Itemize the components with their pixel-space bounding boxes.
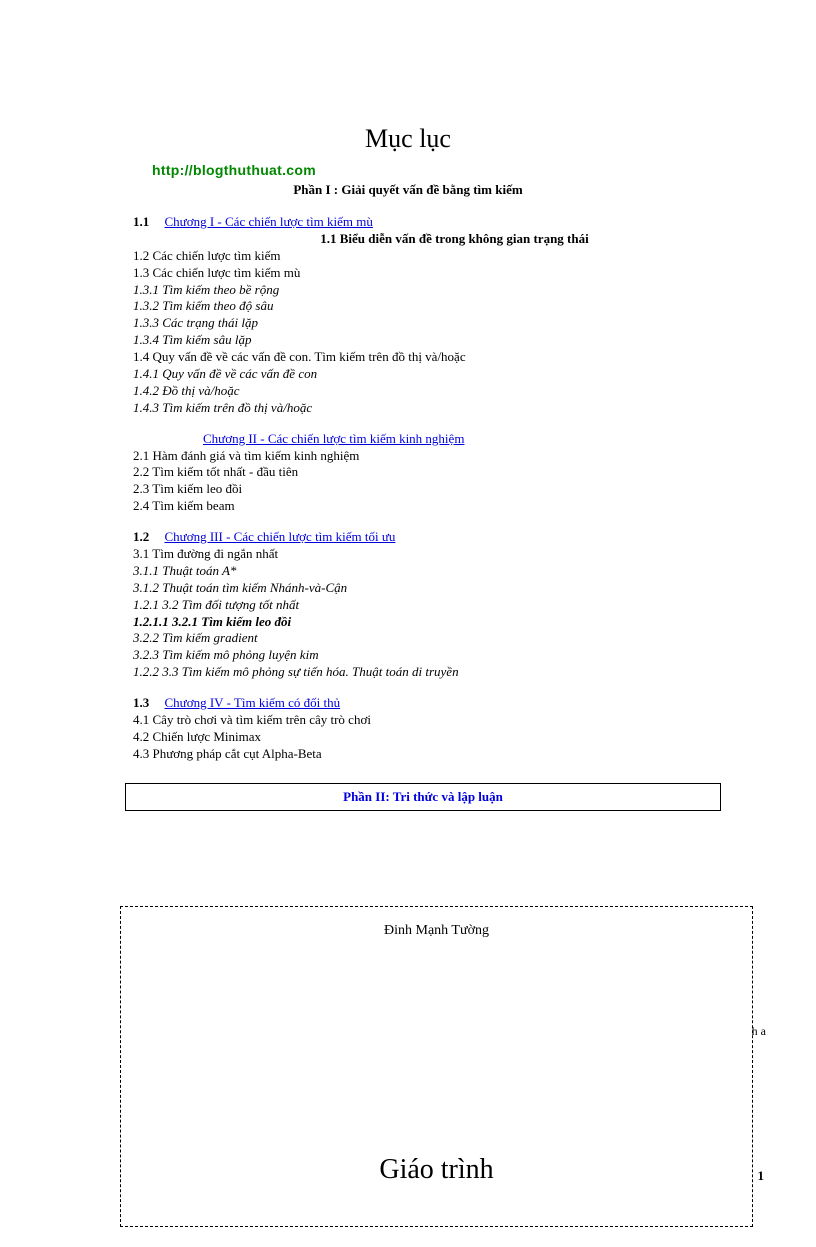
toc-entry: 2.2 Tìm kiếm tốt nhất - đầu tiên bbox=[133, 464, 716, 481]
toc-entry: 2.4 Tìm kiếm beam bbox=[133, 498, 716, 515]
toc-entry: 1.4 Quy vấn đề về các vấn đề con. Tìm ki… bbox=[133, 349, 716, 366]
toc-entry: 1.3.4 Tìm kiếm sâu lặp bbox=[133, 332, 716, 349]
margin-text: h a bbox=[752, 1022, 766, 1041]
toc-entry: 1.4.1 Quy vấn đề về các vấn đề con bbox=[133, 366, 716, 383]
toc-entry: 1.2.1.1 3.2.1 Tìm kiếm leo đồi bbox=[133, 614, 716, 631]
part1-title: Phần I : Giải quyết vấn đề bằng tìm kiếm bbox=[0, 182, 816, 198]
page-number: 1 bbox=[758, 1168, 765, 1184]
header-url[interactable]: http://blogthuthuat.com bbox=[152, 162, 316, 178]
chapter-4-row: 1.3 Chương IV - Tìm kiếm có đối thủ bbox=[133, 695, 716, 712]
chapter-3-link[interactable]: Chương III - Các chiến lược tìm kiếm tối… bbox=[165, 529, 396, 544]
toc-entry: 3.1.1 Thuật toán A* bbox=[133, 563, 716, 580]
chapter-3-row: 1.2 Chương III - Các chiến lược tìm kiếm… bbox=[133, 529, 716, 546]
toc-entry: 1.3.2 Tìm kiếm theo độ sâu bbox=[133, 298, 716, 315]
part2-link[interactable]: Phần II: Tri thức và lập luận bbox=[343, 789, 503, 804]
toc-entry: 4.2 Chiến lược Minimax bbox=[133, 729, 716, 746]
section-num: 1.1 bbox=[133, 214, 149, 231]
section-num: 1.2 bbox=[133, 529, 149, 546]
page-title: Mục lục bbox=[0, 124, 816, 154]
toc-entry: 3.2.2 Tìm kiếm gradient bbox=[133, 630, 716, 647]
toc-entry: 1.3.1 Tìm kiếm theo bề rộng bbox=[133, 282, 716, 299]
toc-entry: 1.4.2 Đồ thị và/hoặc bbox=[133, 383, 716, 400]
course-title: Giáo trình bbox=[121, 1154, 752, 1186]
dashed-frame: Đinh Mạnh Tường Giáo trình bbox=[120, 906, 753, 1227]
chapter-2-row: Chương II - Các chiến lược tìm kiếm kinh… bbox=[133, 431, 716, 448]
section-num: 1.3 bbox=[133, 695, 149, 712]
chapter-4-link[interactable]: Chương IV - Tìm kiếm có đối thủ bbox=[165, 695, 341, 710]
toc-entry: 1.2.1 3.2 Tìm đối tượng tốt nhất bbox=[133, 597, 716, 614]
toc-entry: 2.3 Tìm kiếm leo đồi bbox=[133, 481, 716, 498]
chapter-1-link[interactable]: Chương I - Các chiến lược tìm kiếm mù bbox=[165, 214, 373, 229]
toc-entry: 1.2 Các chiến lược tìm kiếm bbox=[133, 248, 716, 265]
toc-entry: 4.1 Cây trò chơi và tìm kiếm trên cây tr… bbox=[133, 712, 716, 729]
toc-entry: 3.1.2 Thuật toán tìm kiếm Nhánh-và-Cận bbox=[133, 580, 716, 597]
chapter-1-row: 1.1 Chương I - Các chiến lược tìm kiếm m… bbox=[133, 214, 716, 231]
author-name: Đinh Mạnh Tường bbox=[121, 923, 752, 939]
chapter-1-subtitle: 1.1 Biểu diễn vấn đề trong không gian tr… bbox=[193, 231, 716, 248]
toc-entry: 1.3 Các chiến lược tìm kiếm mù bbox=[133, 265, 716, 282]
toc-entry: 3.2.3 Tìm kiếm mô phỏng luyện kim bbox=[133, 647, 716, 664]
toc-entry: 4.3 Phương pháp cắt cụt Alpha-Beta bbox=[133, 746, 716, 763]
toc-entry: 1.3.3 Các trạng thái lặp bbox=[133, 315, 716, 332]
toc-entry: 2.1 Hàm đánh giá và tìm kiếm kinh nghiệm bbox=[133, 448, 716, 465]
toc-entry: 3.1 Tìm đường đi ngắn nhất bbox=[133, 546, 716, 563]
toc-content: 1.1 Chương I - Các chiến lược tìm kiếm m… bbox=[133, 214, 716, 763]
part2-box: Phần II: Tri thức và lập luận bbox=[125, 783, 721, 811]
chapter-2-link[interactable]: Chương II - Các chiến lược tìm kiếm kinh… bbox=[203, 431, 464, 446]
toc-entry: 1.2.2 3.3 Tìm kiếm mô phỏng sự tiến hóa.… bbox=[133, 664, 716, 681]
toc-entry: 1.4.3 Tìm kiếm trên đồ thị và/hoặc bbox=[133, 400, 716, 417]
